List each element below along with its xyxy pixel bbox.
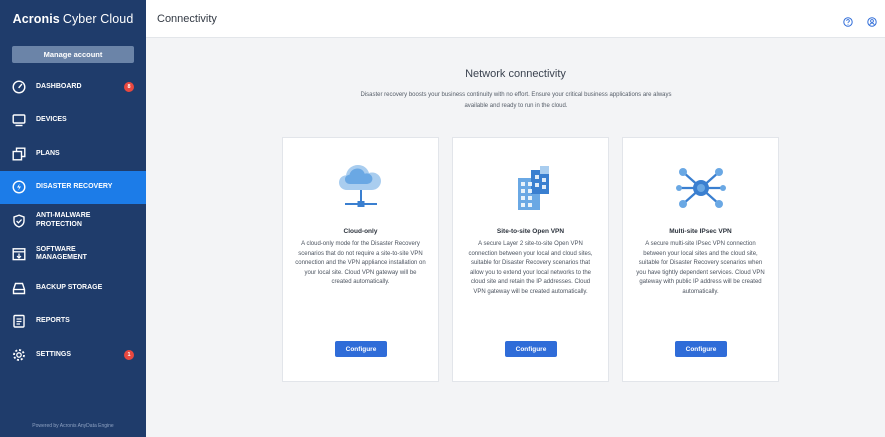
sidebar-item-reports[interactable]: REPORTS — [0, 305, 146, 339]
powered-by-text: Powered by Acronis AnyData Engine — [32, 423, 114, 429]
card-title: Cloud-only — [343, 228, 378, 235]
cloud-network-icon — [283, 158, 438, 218]
sidebar-item-settings[interactable]: SETTINGS 1 — [0, 338, 146, 372]
sidebar-item-label: BACKUP STORAGE — [36, 283, 103, 291]
configure-button[interactable]: Configure — [505, 341, 557, 357]
sidebar-item-software-management[interactable]: SOFTWARE MANAGEMENT — [0, 238, 146, 272]
brand-bold: Acronis — [12, 12, 60, 26]
card-description: A secure Layer 2 site-to-site Open VPN c… — [468, 241, 593, 295]
report-icon — [12, 314, 26, 328]
sidebar-item-dashboard[interactable]: DASHBOARD 8 — [0, 70, 146, 104]
user-account-icon[interactable] — [867, 14, 877, 27]
card-description: A secure multi-site IPsec VPN connection… — [636, 241, 765, 295]
sidebar-item-disaster-recovery[interactable]: DISASTER RECOVERY — [0, 170, 146, 204]
sidebar-item-label: SETTINGS — [36, 350, 72, 358]
speedometer-icon — [12, 80, 26, 94]
plans-icon — [12, 147, 26, 161]
sidebar-item-anti-malware-protection[interactable]: ANTI-MALWARE PROTECTION — [0, 204, 146, 238]
software-icon — [12, 247, 26, 261]
notification-badge: 1 — [124, 349, 134, 360]
card-description: A cloud-only mode for the Disaster Recov… — [295, 241, 426, 286]
sidebar-item-plans[interactable]: PLANS — [0, 137, 146, 171]
card-site-to-site-open-vpn: Site-to-site Open VPN A secure Layer 2 s… — [452, 137, 609, 382]
sidebar-item-label: ANTI-MALWARE PROTECTION — [36, 212, 91, 228]
sidebar: Acronis Cyber Cloud Manage account DASHB… — [0, 0, 146, 437]
brand-logo[interactable]: Acronis Cyber Cloud — [0, 0, 146, 38]
brand-light: Cyber Cloud — [62, 12, 134, 26]
card-multi-site-ipsec-vpn: Multi-site IPsec VPN A secure multi-site… — [622, 137, 779, 382]
sidebar-item-label: DASHBOARD — [36, 82, 82, 90]
building-network-icon — [453, 158, 608, 218]
help-icon[interactable] — [843, 14, 853, 27]
sidebar-item-label: PLANS — [36, 149, 60, 157]
sidebar-item-backup-storage[interactable]: BACKUP STORAGE — [0, 271, 146, 305]
sidebar-item-label: REPORTS — [36, 317, 70, 324]
section-description: Disaster recovery boosts your business c… — [360, 92, 672, 109]
page-title: Connectivity — [157, 13, 217, 25]
main-content: Network connectivity Disaster recovery b… — [146, 38, 885, 437]
sidebar-item-label: DEVICES — [36, 116, 67, 123]
disaster-recovery-icon — [12, 180, 26, 194]
hub-network-icon — [623, 158, 778, 218]
monitor-icon — [12, 113, 26, 127]
card-title: Site-to-site Open VPN — [496, 228, 565, 235]
card-title: Multi-site IPsec VPN — [669, 228, 732, 235]
configure-button[interactable]: Configure — [675, 341, 727, 357]
sidebar-item-label: DISASTER RECOVERY — [36, 183, 113, 190]
configure-button[interactable]: Configure — [335, 341, 387, 357]
sidebar-item-devices[interactable]: DEVICES — [0, 104, 146, 138]
top-header: Connectivity — [146, 0, 885, 38]
storage-icon — [12, 281, 26, 295]
notification-badge: 8 — [124, 81, 134, 92]
shield-icon — [12, 214, 26, 228]
sidebar-item-label: SOFTWARE MANAGEMENT — [36, 245, 87, 262]
manage-account-button[interactable]: Manage account — [12, 46, 134, 63]
gear-icon — [12, 348, 26, 362]
sidebar-nav: DASHBOARD 8 DEVICES PLANS DISASTER RECOV… — [0, 70, 146, 372]
section-title: Network connectivity — [465, 68, 566, 80]
card-cloud-only: Cloud-only A cloud-only mode for the Dis… — [282, 137, 439, 382]
